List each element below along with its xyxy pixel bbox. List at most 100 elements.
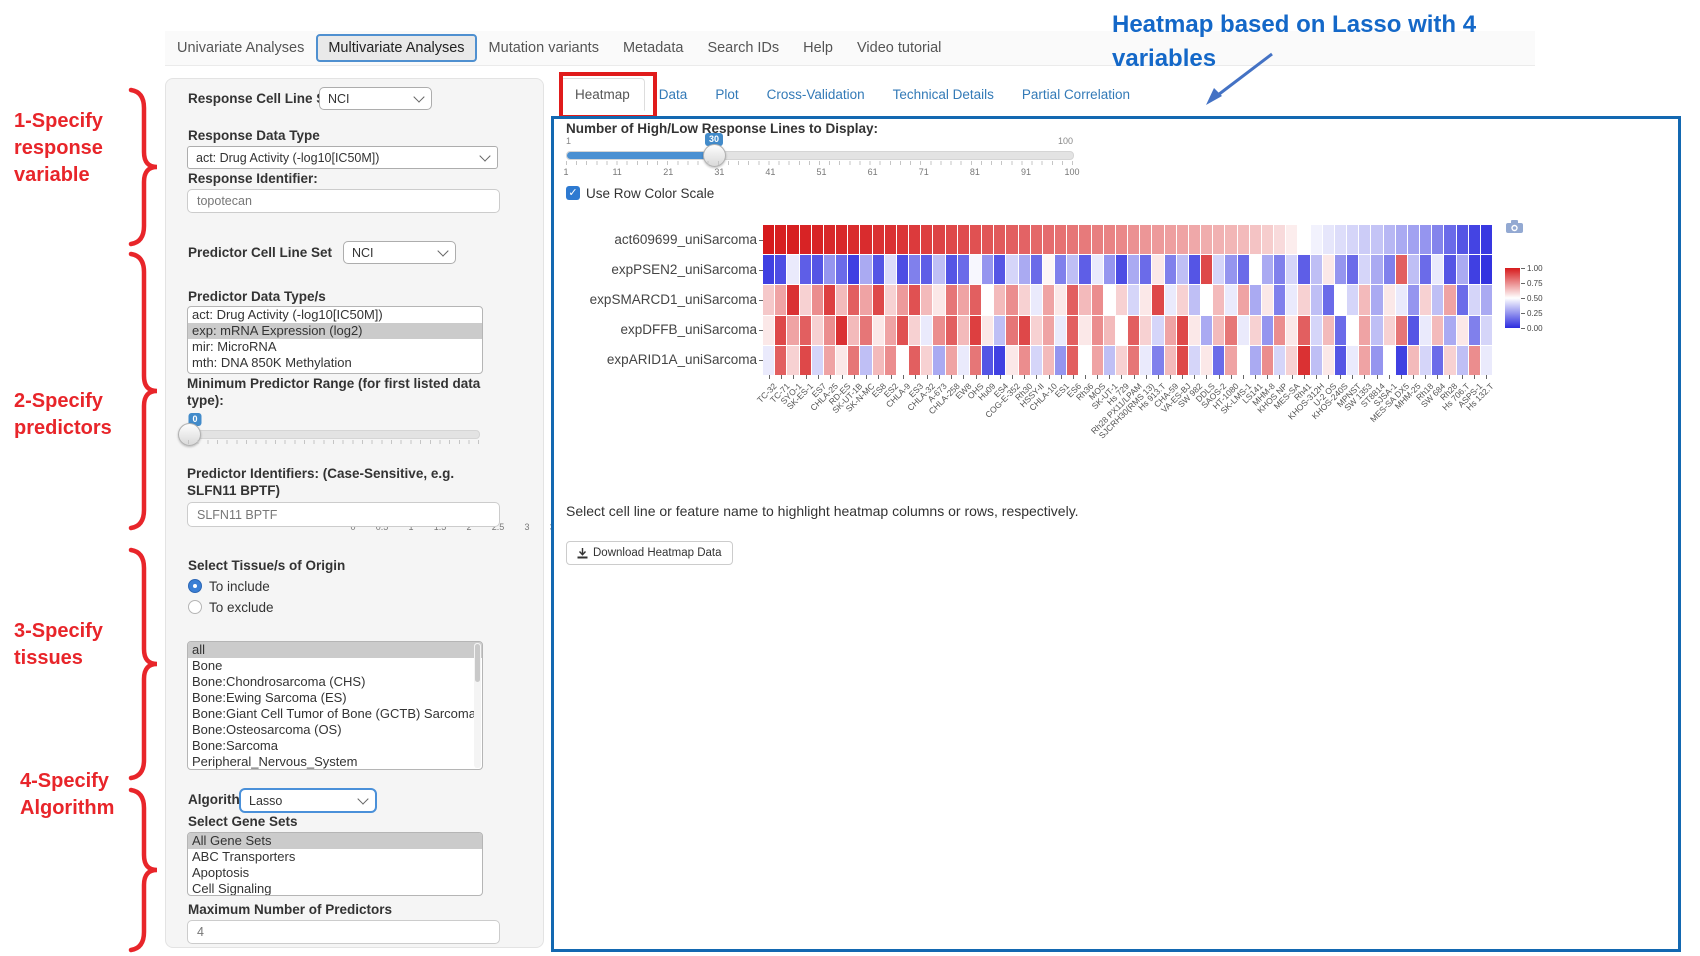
heatmap-cell [1408, 255, 1419, 284]
tissue-exclude-radio[interactable] [188, 600, 202, 614]
heatmap-cell [897, 285, 908, 314]
heatmap-cell [1384, 285, 1395, 314]
heatmap-cell [1055, 346, 1066, 375]
heatmap-row-label[interactable]: expDFFB_uniSarcoma [557, 322, 757, 337]
callout-text: Heatmap based on Lasso with 4 variables [1112, 8, 1520, 76]
heatmap-cell [909, 316, 920, 345]
gene-set-option[interactable]: All Gene Sets [188, 833, 482, 849]
heatmap-cell [1420, 346, 1431, 375]
gene-set-option[interactable]: ABC Transporters [188, 849, 482, 865]
step-annotation-line: predictors [14, 415, 112, 442]
response-cell-line-set-label: Response Cell Line Set [188, 91, 337, 106]
heatmap-cell [1189, 225, 1200, 254]
nav-item-metadata[interactable]: Metadata [611, 34, 695, 62]
predictor-data-type-option[interactable]: mth: DNA 850K Methylation [188, 355, 482, 371]
gene-set-option[interactable]: Apoptosis [188, 865, 482, 881]
heatmap-row-label[interactable]: expSMARCD1_uniSarcoma [557, 292, 757, 307]
nav-item-univariate-analyses[interactable]: Univariate Analyses [165, 34, 316, 62]
heatmap-cell [824, 285, 835, 314]
predictor-cell-line-set-select[interactable]: NCI [343, 241, 456, 264]
tissue-option[interactable]: Bone:Ewing Sarcoma (ES) [188, 690, 482, 706]
heatmap-cell [885, 285, 896, 314]
gene-sets-listbox[interactable]: All Gene SetsABC TransportersApoptosisCe… [187, 832, 483, 896]
heatmap-cell [994, 316, 1005, 345]
predictor-data-type-option[interactable]: act: Drug Activity (-log10[IC50M]) [188, 307, 482, 323]
heatmap-cell [1201, 225, 1212, 254]
tab-cross-validation[interactable]: Cross-Validation [753, 79, 879, 110]
column-tick [878, 375, 879, 379]
predictor-data-type-option[interactable]: mir: MicroRNA [188, 339, 482, 355]
heatmap-cell [982, 316, 993, 345]
heatmap-row-label[interactable]: expARID1A_uniSarcoma [557, 352, 757, 367]
tissue-option[interactable]: Bone:Chondrosarcoma (CHS) [188, 674, 482, 690]
predictor-identifiers-input[interactable]: SLFN11 BPTF [187, 502, 500, 527]
tissue-include-radio[interactable] [188, 579, 202, 593]
row-color-scale-checkbox[interactable]: ✓ [566, 186, 580, 200]
tab-technical-details[interactable]: Technical Details [879, 79, 1008, 110]
nav-item-video-tutorial[interactable]: Video tutorial [845, 34, 953, 62]
heatmap-cell [1116, 346, 1127, 375]
predictor-data-type-option[interactable]: exp: mRNA Expression (log2) [188, 323, 482, 339]
column-tick [781, 375, 782, 379]
heatmap-cell [1262, 346, 1273, 375]
tissue-option[interactable]: Peripheral_Nervous_System [188, 754, 482, 770]
heatmap-cell [860, 285, 871, 314]
algorithm-select[interactable]: Lasso [239, 788, 377, 813]
response-identifier-input[interactable]: topotecan [187, 189, 500, 213]
heatmap-row-label[interactable]: expPSEN2_uniSarcoma [557, 262, 757, 277]
min-range-slider-track[interactable] [188, 430, 480, 439]
heatmap-cell [994, 255, 1005, 284]
column-tick [793, 375, 794, 379]
download-heatmap-button[interactable]: Download Heatmap Data [566, 541, 733, 565]
heatmap-colorbar [1505, 268, 1520, 328]
tissue-option[interactable]: Bone:Osteosarcoma (OS) [188, 722, 482, 738]
heatmap-cell [1238, 225, 1249, 254]
slider-tick-label: 31 [714, 167, 724, 177]
heatmap-cell [1165, 225, 1176, 254]
max-predictors-input[interactable]: 4 [187, 920, 500, 944]
tissue-option[interactable]: Bone [188, 658, 482, 674]
heatmap-cell [958, 316, 969, 345]
column-tick [1097, 375, 1098, 379]
heatmap-cell [763, 346, 774, 375]
heatmap-cell [909, 346, 920, 375]
nav-item-mutation-variants[interactable]: Mutation variants [477, 34, 611, 62]
tab-partial-correlation[interactable]: Partial Correlation [1008, 79, 1144, 110]
tab-plot[interactable]: Plot [701, 79, 752, 110]
heatmap-cell [1457, 285, 1468, 314]
response-cell-line-set-select[interactable]: NCI [319, 87, 432, 110]
heatmap-row-label[interactable]: act609699_uniSarcoma [557, 232, 757, 247]
heatmap-cell [1043, 255, 1054, 284]
heatmap-cell [1481, 285, 1492, 314]
heatmap-cell [1384, 346, 1395, 375]
gene-sets-label: Select Gene Sets [188, 814, 298, 829]
scrollbar-track[interactable] [474, 643, 481, 768]
tissue-option[interactable]: all [188, 642, 482, 658]
heatmap-cell [933, 285, 944, 314]
heatmap-cell [1116, 285, 1127, 314]
tissue-option[interactable]: Bone:Giant Cell Tumor of Bone (GCTB) Sar… [188, 706, 482, 722]
heatmap-cell [1444, 346, 1455, 375]
camera-icon[interactable] [1505, 219, 1524, 234]
slider-tick-label: 61 [868, 167, 878, 177]
heatmap-grid[interactable] [763, 225, 1492, 375]
heatmap-cell [1359, 225, 1370, 254]
column-tick [976, 375, 977, 379]
gene-set-option[interactable]: Cell Signaling [188, 881, 482, 896]
heatmap-cell [1384, 225, 1395, 254]
nav-item-search-ids[interactable]: Search IDs [695, 34, 791, 62]
response-data-type-select[interactable]: act: Drug Activity (-log10[IC50M]) [187, 146, 498, 169]
chevron-down-icon [479, 150, 490, 161]
heatmap-cell [1092, 316, 1103, 345]
heatmap-cell [1067, 285, 1078, 314]
heatmap-cell [1079, 316, 1090, 345]
colorbar-tick [1521, 283, 1525, 284]
predictor-data-types-listbox[interactable]: act: Drug Activity (-log10[IC50M])exp: m… [187, 306, 483, 374]
heatmap-cell [1298, 225, 1309, 254]
slider-tick-label: 100 [1064, 167, 1079, 177]
nav-item-multivariate-analyses[interactable]: Multivariate Analyses [316, 34, 476, 62]
scrollbar-thumb[interactable] [475, 644, 480, 682]
tissue-option[interactable]: Bone:Sarcoma [188, 738, 482, 754]
tissue-listbox[interactable]: allBoneBone:Chondrosarcoma (CHS)Bone:Ewi… [187, 641, 483, 770]
nav-item-help[interactable]: Help [791, 34, 845, 62]
